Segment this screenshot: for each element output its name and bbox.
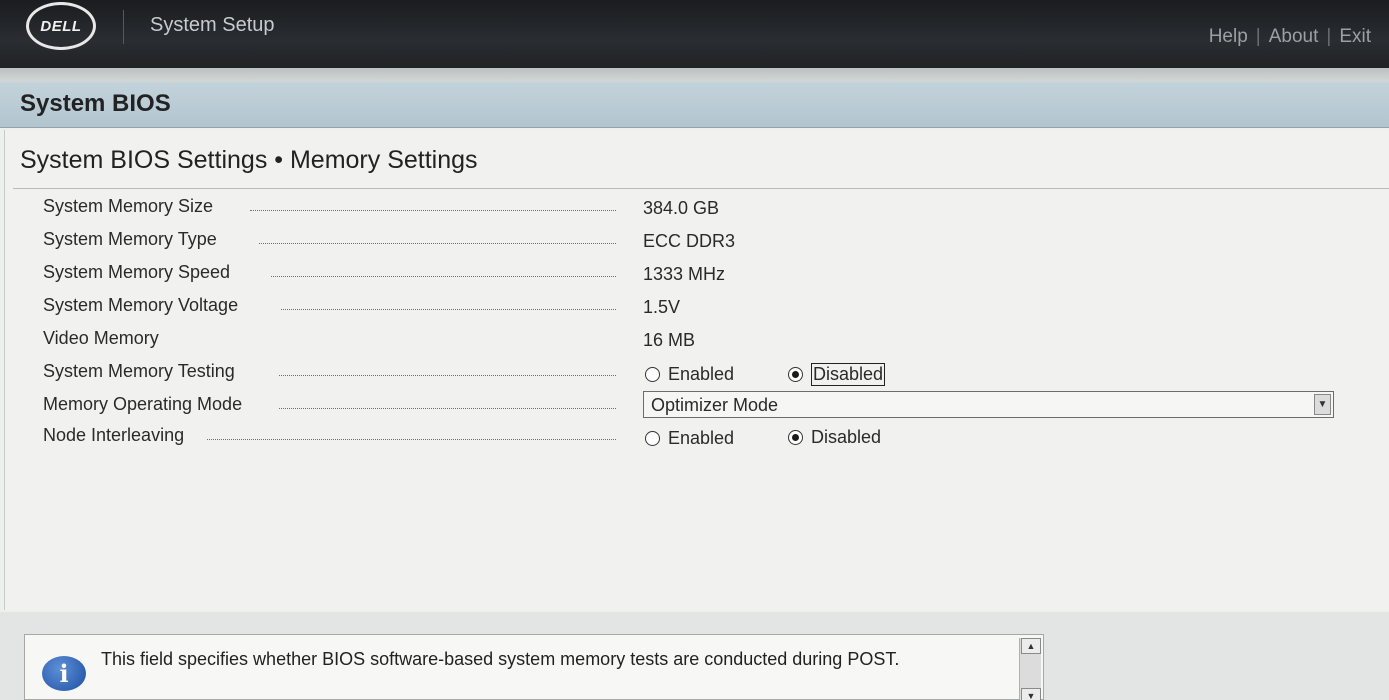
- row-memory-operating-mode: Memory Operating Mode Optimizer Mode ▼: [5, 391, 1389, 422]
- node-interleaving-radio-group: Enabled Disabled: [645, 425, 881, 451]
- setting-label: System Memory Testing: [43, 361, 235, 381]
- radio-unchecked-icon: [645, 366, 660, 382]
- setting-label: System Memory Size: [43, 196, 214, 216]
- radio-label: Disabled: [811, 363, 886, 386]
- leader-dots: [281, 309, 616, 310]
- select-value: Optimizer Mode: [651, 395, 779, 415]
- memory-testing-radio-group: Enabled Disabled: [645, 361, 886, 387]
- logo-text: DELL: [40, 17, 82, 35]
- help-box: i This field specifies whether BIOS soft…: [24, 634, 1044, 700]
- setting-label: System Memory Speed: [43, 262, 231, 282]
- leader-dots: [271, 276, 616, 277]
- leader-dots: [259, 243, 616, 244]
- dropdown-arrow-icon[interactable]: ▼: [1314, 394, 1331, 415]
- setting-label: System Memory Type: [43, 229, 217, 249]
- row-system-memory-size: System Memory Size 384.0 GB: [5, 196, 1389, 224]
- about-link[interactable]: About: [1269, 26, 1319, 48]
- header-strip: [0, 68, 1389, 82]
- memory-type-value: ECC DDR3: [643, 231, 736, 251]
- row-system-memory-type: System Memory Type ECC DDR3: [5, 229, 1389, 257]
- scroll-down-icon[interactable]: ▼: [1021, 688, 1041, 700]
- radio-checked-icon: [788, 430, 803, 445]
- memory-testing-disabled-radio[interactable]: Disabled: [788, 363, 888, 386]
- info-icon: i: [42, 656, 86, 691]
- setting-label: Video Memory: [43, 328, 159, 348]
- radio-checked-icon: [788, 367, 803, 382]
- header-separator: [123, 10, 124, 44]
- help-text: This field specifies whether BIOS softwa…: [101, 649, 900, 669]
- setting-label: System Memory Voltage: [43, 295, 239, 315]
- leader-dots: [207, 439, 616, 440]
- node-interleaving-disabled-radio[interactable]: Disabled: [788, 427, 888, 448]
- leader-dots: [250, 210, 616, 211]
- row-video-memory: Video Memory 16 MB: [5, 328, 1389, 356]
- setting-label: Memory Operating Mode: [43, 394, 243, 414]
- help-scrollbar[interactable]: ▲ ▼: [1019, 638, 1041, 700]
- app-title: System Setup: [150, 14, 275, 36]
- memory-speed-value: 1333 MHz: [643, 264, 726, 284]
- settings-panel: System BIOS Settings • Memory Settings S…: [4, 130, 1389, 610]
- row-system-memory-voltage: System Memory Voltage 1.5V: [5, 295, 1389, 323]
- link-separator: |: [1326, 26, 1332, 47]
- scroll-up-icon[interactable]: ▲: [1021, 638, 1041, 654]
- radio-label: Disabled: [811, 427, 882, 447]
- radio-unchecked-icon: [645, 430, 660, 446]
- exit-link[interactable]: Exit: [1339, 26, 1371, 48]
- leader-dots: [279, 375, 616, 376]
- leader-dots: [279, 408, 616, 409]
- memory-size-value: 384.0 GB: [643, 198, 720, 218]
- divider: [13, 188, 1389, 189]
- link-separator: |: [1255, 26, 1261, 47]
- page-breadcrumb: System BIOS Settings • Memory Settings: [20, 146, 478, 174]
- header-links: Help | About | Exit: [1209, 26, 1371, 48]
- row-system-memory-speed: System Memory Speed 1333 MHz: [5, 262, 1389, 290]
- section-title: System BIOS: [20, 90, 171, 117]
- radio-label: Enabled: [668, 363, 735, 384]
- memory-testing-enabled-radio[interactable]: Enabled: [645, 364, 734, 385]
- setting-label: Node Interleaving: [43, 425, 185, 445]
- section-header: System BIOS: [0, 82, 1389, 128]
- dell-logo: DELL: [26, 2, 96, 50]
- operating-mode-select[interactable]: Optimizer Mode ▼: [643, 391, 1334, 418]
- video-memory-value: 16 MB: [643, 330, 696, 350]
- help-area: i This field specifies whether BIOS soft…: [0, 612, 1389, 700]
- node-interleaving-enabled-radio[interactable]: Enabled: [645, 428, 734, 449]
- row-system-memory-testing: System Memory Testing Enabled Disabled: [5, 361, 1389, 389]
- top-header: DELL System Setup Help | About | Exit: [0, 0, 1389, 68]
- row-node-interleaving: Node Interleaving Enabled Disabled: [5, 425, 1389, 453]
- memory-voltage-value: 1.5V: [643, 297, 681, 317]
- radio-label: Enabled: [668, 427, 735, 448]
- help-link[interactable]: Help: [1209, 26, 1248, 48]
